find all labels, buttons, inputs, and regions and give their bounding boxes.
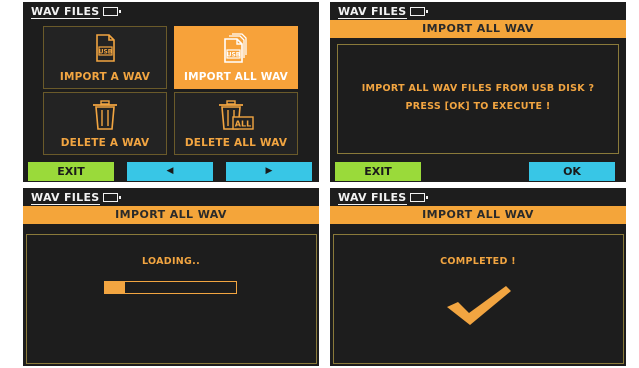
import-complete-screen: WAV FILES IMPORT ALL WAV COMPLETED ! xyxy=(330,188,626,366)
tile-label: DELETE ALL WAV xyxy=(184,137,288,149)
dialog-box xyxy=(26,234,317,364)
tile-label: IMPORT ALL WAV xyxy=(183,71,289,83)
dialog-title: IMPORT ALL WAV xyxy=(23,206,319,224)
progress-bar xyxy=(104,281,237,294)
import-a-wav-tile[interactable]: USB IMPORT A WAV xyxy=(43,26,167,89)
dialog-title: IMPORT ALL WAV xyxy=(330,20,626,38)
exit-button[interactable]: EXIT xyxy=(28,162,114,181)
header: WAV FILES xyxy=(23,2,319,22)
svg-text:USB: USB xyxy=(99,49,113,56)
confirm-message: IMPORT ALL WAV FILES FROM USB DISK ? xyxy=(361,83,595,94)
battery-icon xyxy=(410,193,428,202)
tile-label: IMPORT A WAV xyxy=(59,71,151,83)
trash-all-icon: ALL xyxy=(219,100,254,130)
progress-fill xyxy=(105,282,125,293)
confirm-instruction: PRESS [OK] TO EXECUTE ! xyxy=(405,101,551,112)
header-title: WAV FILES xyxy=(338,191,407,205)
loading-status: LOADING.. xyxy=(142,256,200,267)
trash-icon xyxy=(93,100,117,130)
ok-button[interactable]: OK xyxy=(529,162,615,181)
header-title: WAV FILES xyxy=(338,5,407,19)
checkmark-icon xyxy=(447,286,511,325)
import-all-wav-tile[interactable]: USB IMPORT ALL WAV xyxy=(174,26,298,89)
header-title: WAV FILES xyxy=(31,5,100,19)
battery-icon xyxy=(103,193,121,202)
header: WAV FILES xyxy=(330,2,626,22)
usb-file-icon: USB xyxy=(96,34,115,62)
exit-button[interactable]: EXIT xyxy=(335,162,421,181)
dialog-title: IMPORT ALL WAV xyxy=(330,206,626,224)
svg-text:ALL: ALL xyxy=(235,120,251,129)
prev-button[interactable]: ◀ xyxy=(127,162,213,181)
import-loading-screen: WAV FILES IMPORT ALL WAV LOADING.. xyxy=(23,188,319,366)
delete-all-wav-tile[interactable]: ALL DELETE ALL WAV xyxy=(174,92,298,155)
dialog-box: IMPORT ALL WAV FILES FROM USB DISK ? PRE… xyxy=(337,44,619,154)
header: WAV FILES xyxy=(23,188,319,208)
delete-a-wav-tile[interactable]: DELETE A WAV xyxy=(43,92,167,155)
svg-text:USB: USB xyxy=(227,52,241,59)
complete-status: COMPLETED ! xyxy=(440,256,516,267)
battery-icon xyxy=(410,7,428,16)
header-title: WAV FILES xyxy=(31,191,100,205)
import-confirm-screen: WAV FILES IMPORT ALL WAV IMPORT ALL WAV … xyxy=(330,2,626,182)
usb-files-icon: USB xyxy=(224,33,247,63)
battery-icon xyxy=(103,7,121,16)
header: WAV FILES xyxy=(330,188,626,208)
tile-label: DELETE A WAV xyxy=(60,137,150,149)
next-button[interactable]: ▶ xyxy=(226,162,312,181)
wav-menu-screen: WAV FILES USB IMPORT A WAV USB IMPORT AL… xyxy=(23,2,319,182)
